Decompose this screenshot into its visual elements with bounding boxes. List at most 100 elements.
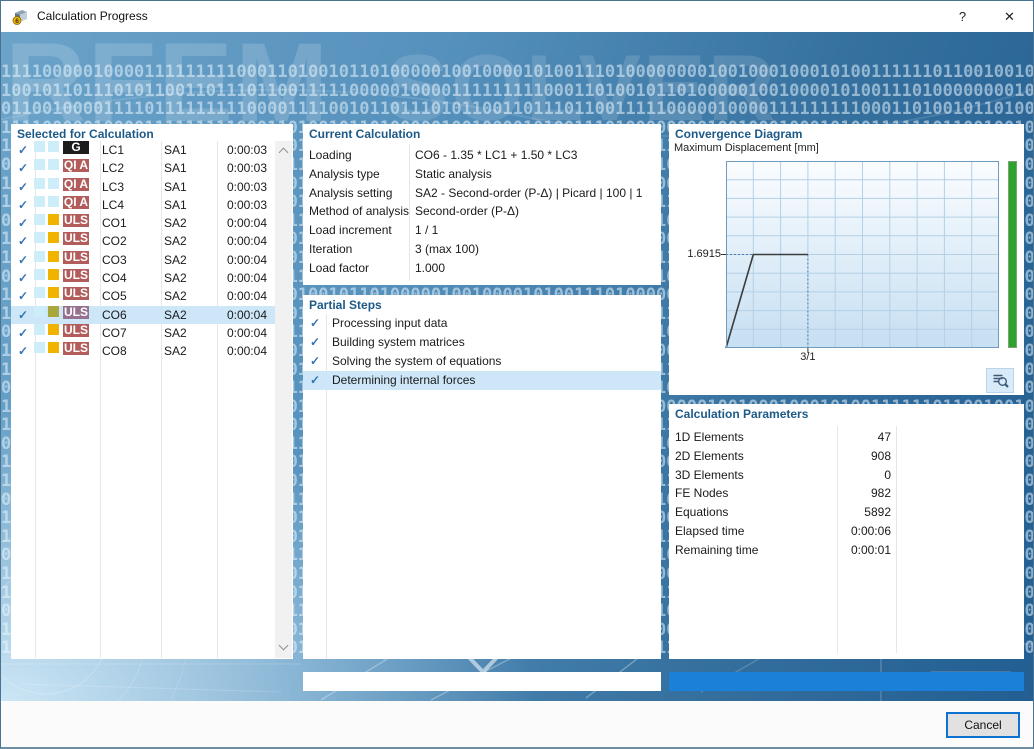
step-row: ✓ Building system matrices	[303, 333, 661, 352]
analysis-setting: SA2	[164, 234, 187, 249]
case-name: CO2	[102, 234, 127, 249]
check-icon: ✓	[17, 271, 29, 286]
load-category-badge: ULS	[63, 322, 89, 337]
load-category-badge: ULS	[63, 231, 89, 246]
overall-progress-fill	[669, 672, 1024, 691]
selected-for-calculation-panel: Selected for Calculation ✓ G LC1 SA1 0:0…	[11, 124, 293, 659]
analysis-setting: SA2	[164, 289, 187, 304]
case-name: CO3	[102, 252, 127, 267]
case-time: 0:00:04	[226, 252, 267, 267]
info-label: Load increment	[309, 223, 392, 238]
case-time: 0:00:03	[226, 197, 267, 212]
dialog-footer: Cancel	[1, 701, 1033, 747]
cancel-button[interactable]: Cancel	[946, 712, 1020, 738]
analysis-setting: SA1	[164, 161, 187, 176]
help-button[interactable]: ?	[939, 1, 986, 32]
close-icon[interactable]: ✕	[986, 1, 1033, 32]
info-value: 1.000	[415, 260, 446, 275]
parameter-label: 1D Elements	[675, 430, 744, 444]
check-icon: ✓	[17, 344, 29, 359]
category-color-swatch	[34, 269, 45, 281]
calculation-progress-dialog: 6 Calculation Progress ? ✕ RFEM SOLVER 1…	[0, 0, 1034, 749]
case-name: LC1	[102, 143, 125, 157]
info-value: Static analysis	[415, 166, 492, 181]
case-name: CO6	[102, 307, 127, 322]
load-category-badge: QI A	[63, 158, 89, 173]
panel-title: Selected for Calculation	[17, 127, 154, 141]
check-icon: ✓	[17, 307, 29, 322]
info-label: Analysis type	[309, 166, 380, 181]
analysis-setting: SA1	[164, 179, 187, 194]
analysis-setting: SA2	[164, 252, 187, 267]
case-name: LC4	[102, 197, 125, 212]
case-time: 0:00:04	[226, 325, 267, 340]
info-value: 3 (max 100)	[415, 241, 480, 256]
category-color-swatch	[34, 232, 45, 244]
case-name: CO1	[102, 216, 127, 231]
calculation-row[interactable]: ✓ ULS CO8 SA2 0:00:04	[11, 342, 276, 360]
load-category-badge: ULS	[63, 268, 89, 283]
parameter-value: 982	[870, 486, 891, 501]
diagram-details-button[interactable]	[986, 368, 1014, 393]
case-time: 0:00:04	[226, 307, 267, 322]
scroll-up-icon[interactable]	[275, 143, 292, 160]
calculation-row[interactable]: ✓ QI A LC2 SA1 0:00:03	[11, 159, 276, 177]
calculation-row[interactable]: ✓ QI A LC4 SA1 0:00:03	[11, 194, 276, 214]
parameter-label: FE Nodes	[675, 486, 729, 501]
check-icon: ✓	[17, 143, 29, 157]
calculation-row[interactable]: ✓ ULS CO1 SA2 0:00:04	[11, 214, 276, 232]
check-icon: ✓	[17, 252, 29, 267]
calculation-row[interactable]: ✓ ULS CO5 SA2 0:00:04	[11, 287, 276, 305]
case-time: 0:00:03	[226, 161, 267, 176]
scroll-down-icon[interactable]	[275, 639, 292, 656]
convergence-diagram-panel: Convergence Diagram Maximum Displacement…	[669, 124, 1024, 395]
check-icon: ✓	[17, 197, 29, 212]
category-color-swatch	[48, 195, 59, 207]
category-color-swatch	[48, 269, 59, 281]
calculation-row[interactable]: ✓ QI A LC3 SA1 0:00:03	[11, 177, 276, 196]
parameter-label: Remaining time	[675, 542, 759, 557]
analysis-setting: SA2	[164, 216, 187, 231]
calculation-row[interactable]: ✓ G LC1 SA1 0:00:03	[11, 141, 276, 159]
y-marked-label: 1.6915	[687, 247, 721, 260]
parameter-value: 0:00:06	[850, 523, 891, 538]
case-name: LC2	[102, 161, 125, 176]
info-label: Iteration	[309, 241, 353, 256]
load-category-badge: ULS	[63, 286, 89, 301]
info-row: Iteration 3 (max 100)	[303, 240, 661, 259]
parameter-row: 2D Elements 908	[669, 447, 1024, 466]
category-color-swatch	[34, 305, 45, 317]
case-time: 0:00:04	[226, 344, 267, 359]
load-category-badge: QI A	[63, 194, 89, 209]
case-time: 0:00:04	[226, 216, 267, 231]
list-scrollbar[interactable]	[275, 141, 292, 658]
category-color-swatch	[48, 141, 59, 152]
case-time: 0:00:04	[226, 234, 267, 249]
category-color-swatch	[48, 214, 59, 226]
info-value: CO6 - 1.35 * LC1 + 1.50 * LC3	[415, 148, 578, 162]
load-category-badge: ULS	[63, 249, 89, 264]
partial-progress-bar	[303, 672, 661, 691]
calculation-row[interactable]: ✓ ULS CO3 SA2 0:00:04	[11, 249, 276, 269]
calculation-list: ✓ G LC1 SA1 0:00:03 ✓ QI A LC2 SA1 0:00:…	[11, 141, 276, 658]
parameter-value: 5892	[864, 505, 891, 520]
calculation-row[interactable]: ✓ ULS CO4 SA2 0:00:04	[11, 269, 276, 287]
info-value: SA2 - Second-order (P-Δ) | Picard | 100 …	[415, 185, 643, 200]
check-icon: ✓	[17, 325, 29, 340]
case-name: CO8	[102, 344, 127, 359]
case-time: 0:00:03	[226, 179, 267, 194]
parameter-row: 1D Elements 47	[669, 428, 1024, 447]
calculation-row[interactable]: ✓ ULS CO2 SA2 0:00:04	[11, 232, 276, 250]
info-label: Analysis setting	[309, 185, 393, 200]
x-tick-label: 3/1	[800, 351, 816, 363]
calculation-row[interactable]: ✓ ULS CO6 SA2 0:00:04	[11, 305, 276, 324]
case-name: CO5	[102, 289, 127, 304]
parameter-row: Equations 5892	[669, 503, 1024, 522]
parameter-value: 47	[877, 430, 891, 444]
check-icon: ✓	[310, 354, 321, 368]
analysis-setting: SA2	[164, 271, 187, 286]
calculation-row[interactable]: ✓ ULS CO7 SA2 0:00:04	[11, 322, 276, 342]
category-color-swatch	[34, 177, 45, 189]
analysis-setting: SA1	[164, 143, 187, 157]
check-icon: ✓	[17, 179, 29, 194]
